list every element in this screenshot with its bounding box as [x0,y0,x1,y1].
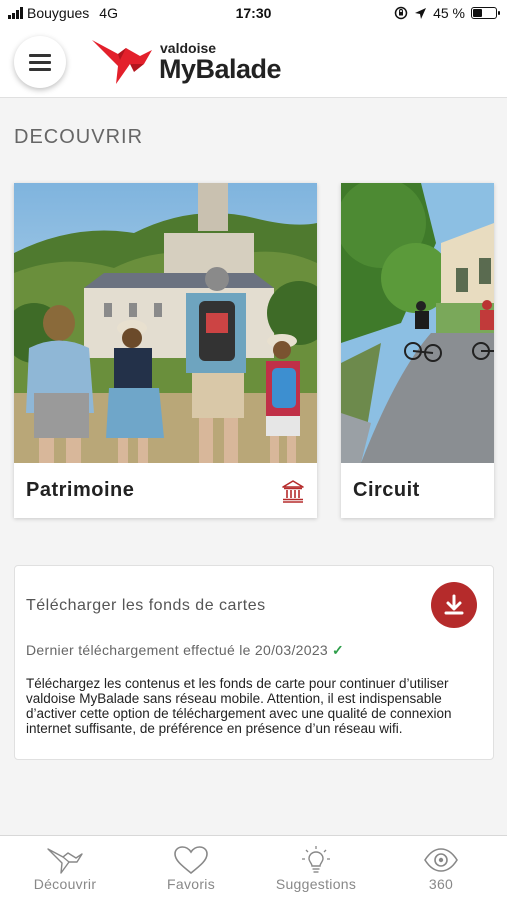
tab-label-suggestions: Suggestions [275,876,357,892]
app-header: valdoise MyBalade [0,26,507,98]
category-card-patrimoine[interactable]: Patrimoine [14,183,317,518]
location-arrow-icon [415,7,427,19]
card-photo-circuit [341,183,494,463]
tab-favoris[interactable]: Favoris [136,836,246,900]
status-bar: Bouygues 4G 17:30 45 % [0,0,507,26]
logo-mybalade: MyBalade [159,54,282,84]
screen-rotation-lock-icon [394,6,408,20]
tab-label-360: 360 [428,876,454,892]
hamburger-icon [29,53,51,57]
card-label-circuit: Circuit [353,479,420,501]
bird-icon [47,848,83,874]
tab-suggestions[interactable]: Suggestions [260,836,372,900]
offline-maps-description: Téléchargez les contenus et les fonds de… [26,676,452,736]
check-icon: ✓ [332,642,345,658]
bottom-navigation: Découvrir Favoris Suggestions 360 [0,835,507,900]
page-title: DECOUVRIR [14,126,144,148]
category-card-circuit[interactable]: Circuit [341,183,494,518]
last-download-text: Dernier téléchargement effectué le 20/03… [26,642,328,658]
bird-logo-icon [92,40,152,84]
tab-decouvrir[interactable]: Découvrir [10,836,120,900]
card-label-patrimoine: Patrimoine [26,479,135,501]
tab-360[interactable]: 360 [386,836,496,900]
download-icon [444,594,464,615]
lightbulb-icon [302,846,330,873]
tab-label-favoris: Favoris [167,876,215,892]
download-button[interactable] [431,582,477,628]
offline-maps-panel: Télécharger les fonds de cartes Dernier … [14,565,494,760]
offline-maps-title: Télécharger les fonds de cartes [26,597,266,614]
last-download-info: Dernier téléchargement effectué le 20/03… [26,642,344,659]
status-icons: 45 % [394,5,500,21]
card-photo-patrimoine [14,183,317,463]
heart-icon [174,846,208,875]
battery-percent: 45 % [433,5,465,21]
eye-icon [424,848,458,872]
monument-icon [282,480,304,503]
menu-button[interactable] [14,36,66,88]
tab-label-decouvrir: Découvrir [33,876,97,892]
battery-icon [471,7,500,19]
